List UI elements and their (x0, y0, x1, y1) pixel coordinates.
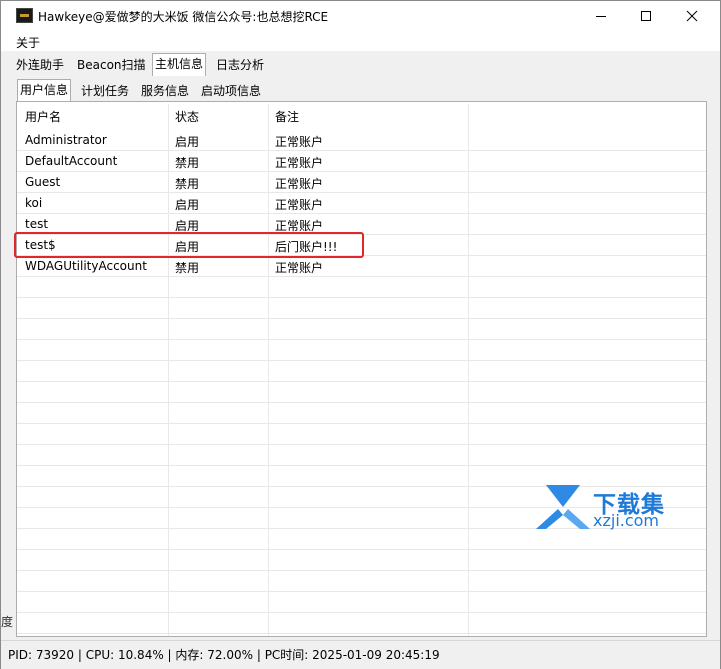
user-table: 用户名 状态 备注 Administrator 启用 正常账户 DefaultAcco… (17, 102, 706, 655)
row-separator (17, 381, 706, 382)
row-separator (17, 297, 706, 298)
window-title: Hawkeye@爱做梦的大米饭 微信公众号:也总想挖RCE (38, 10, 329, 24)
cell-username: test (25, 217, 49, 231)
table-row[interactable] (17, 193, 706, 214)
row-separator (17, 444, 706, 445)
column-header-username[interactable]: 用户名 (25, 108, 61, 125)
tab-outbound-helper[interactable]: 外连助手 (14, 55, 66, 75)
tab-service-info[interactable]: 服务信息 (139, 81, 191, 101)
column-header-status[interactable]: 状态 (175, 108, 199, 125)
tab-host-info[interactable]: 主机信息 (152, 53, 207, 76)
minimize-button[interactable] (578, 1, 624, 31)
table-row[interactable] (17, 130, 706, 151)
row-separator (17, 612, 706, 613)
cell-note: 正常账户 (275, 261, 324, 275)
row-separator (17, 360, 706, 361)
tab-scheduled-tasks[interactable]: 计划任务 (79, 81, 131, 101)
cell-status: 启用 (175, 198, 200, 212)
cell-note: 正常账户 (275, 135, 324, 149)
cell-status: 禁用 (175, 261, 200, 275)
row-separator (17, 318, 706, 319)
row-separator (17, 549, 706, 550)
table-row[interactable] (17, 151, 706, 172)
menu-about[interactable]: 关于 (16, 34, 40, 51)
row-separator (17, 423, 706, 424)
cell-username: Administrator (25, 133, 107, 147)
menu-bar: 关于 (1, 31, 720, 51)
row-separator (17, 465, 706, 466)
cell-note: 正常账户 (275, 156, 324, 170)
maximize-icon (641, 11, 651, 21)
row-separator (17, 339, 706, 340)
status-bar: PID: 73920 | CPU: 10.84% | 内存: 72.00% | … (1, 640, 720, 669)
cell-username: koi (25, 196, 43, 210)
cell-status: 启用 (175, 135, 200, 149)
column-header-note[interactable]: 备注 (275, 108, 299, 125)
maximize-button[interactable] (623, 1, 669, 31)
highlight-box (14, 232, 364, 258)
tab-user-info[interactable]: 用户信息 (17, 79, 72, 102)
cell-username: DefaultAccount (25, 154, 118, 168)
close-button[interactable] (669, 1, 715, 31)
row-separator (17, 402, 706, 403)
watermark-logo-icon (536, 485, 590, 529)
status-text: PID: 73920 | CPU: 10.84% | 内存: 72.00% | … (8, 648, 440, 662)
close-icon (686, 10, 698, 22)
edge-glyph: 度 (1, 615, 14, 629)
cell-username: Guest (25, 175, 61, 189)
app-icon (16, 8, 33, 23)
cell-username: WDAGUtilityAccount (25, 259, 147, 273)
watermark-url: xzji.com (593, 511, 660, 530)
tab-log-analysis[interactable]: 日志分析 (214, 55, 266, 75)
app-window: Hawkeye@爱做梦的大米饭 微信公众号:也总想挖RCE 关于 外连助手 Be… (0, 0, 721, 669)
minimize-icon (596, 16, 606, 17)
row-separator (17, 633, 706, 634)
cell-note: 正常账户 (275, 177, 324, 191)
table-row[interactable] (17, 172, 706, 193)
row-separator (17, 570, 706, 571)
tab-beacon-scan[interactable]: Beacon扫描 (75, 55, 148, 75)
cell-note: 正常账户 (275, 198, 324, 212)
cell-status: 禁用 (175, 156, 200, 170)
row-separator (17, 591, 706, 592)
title-bar[interactable]: Hawkeye@爱做梦的大米饭 微信公众号:也总想挖RCE (1, 1, 720, 31)
cell-status: 禁用 (175, 177, 200, 191)
tab-startup-items[interactable]: 启动项信息 (199, 81, 263, 101)
user-table-panel: 用户名 状态 备注 Administrator 启用 正常账户 DefaultAcco… (16, 101, 707, 655)
